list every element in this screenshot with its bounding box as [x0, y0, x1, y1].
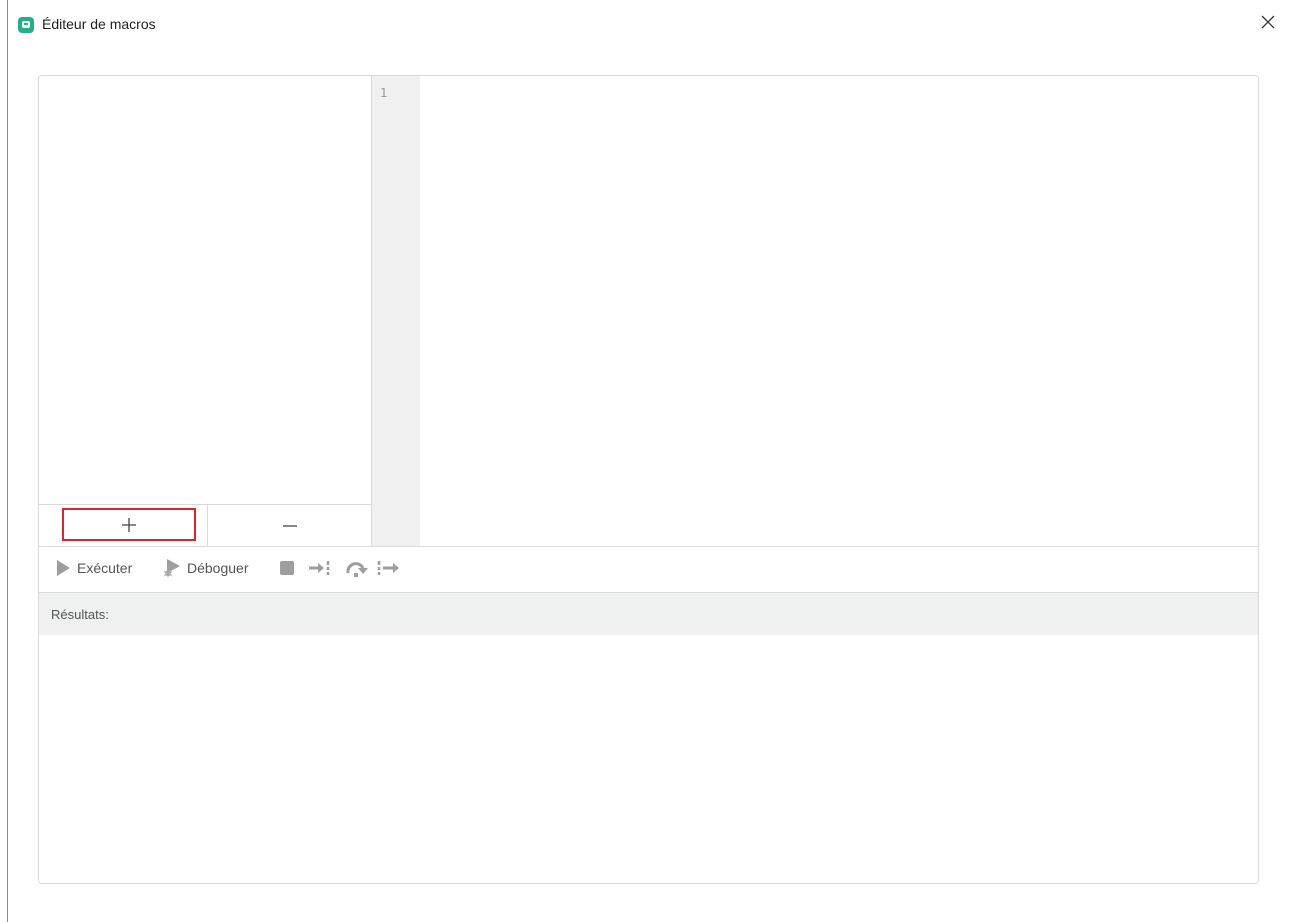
macro-list-pane — [39, 76, 372, 546]
debug-toolbar: Exécuter Déboguer — [39, 546, 1258, 592]
line-number: 1 — [380, 86, 388, 100]
run-button[interactable]: Exécuter — [55, 557, 132, 579]
close-icon — [1261, 15, 1275, 29]
close-button[interactable] — [1256, 10, 1280, 34]
step-into-button[interactable] — [307, 557, 335, 579]
debug-label: Déboguer — [187, 560, 249, 576]
title-bar: Éditeur de macros — [8, 0, 1290, 52]
stop-icon — [280, 561, 294, 575]
line-number-gutter: 1 — [372, 76, 420, 546]
plus-icon — [122, 517, 136, 532]
code-editor[interactable] — [420, 76, 1258, 546]
remove-macro-button[interactable] — [207, 505, 371, 546]
step-over-button[interactable] — [344, 557, 370, 579]
macro-editor-panel: 1 Exécuter Déboguer Résultats: — [38, 75, 1259, 884]
minus-icon — [282, 524, 297, 527]
step-out-icon — [377, 561, 399, 575]
step-over-icon — [346, 562, 368, 577]
add-macro-button[interactable] — [62, 508, 196, 541]
stop-button[interactable] — [278, 557, 296, 579]
window-border — [7, 0, 8, 922]
results-header: Résultats: — [39, 592, 1258, 635]
window-title: Éditeur de macros — [42, 16, 156, 32]
results-label: Résultats: — [51, 607, 109, 622]
results-output[interactable] — [39, 635, 1258, 883]
macro-list-actions — [39, 504, 371, 546]
debug-button[interactable]: Déboguer — [163, 557, 249, 579]
play-icon — [57, 560, 70, 576]
macro-list[interactable] — [39, 76, 371, 504]
step-into-icon — [309, 561, 330, 575]
app-logo-icon — [18, 17, 34, 33]
run-label: Exécuter — [77, 560, 133, 576]
step-out-button[interactable] — [376, 557, 404, 579]
debug-bug-icon — [164, 559, 180, 577]
